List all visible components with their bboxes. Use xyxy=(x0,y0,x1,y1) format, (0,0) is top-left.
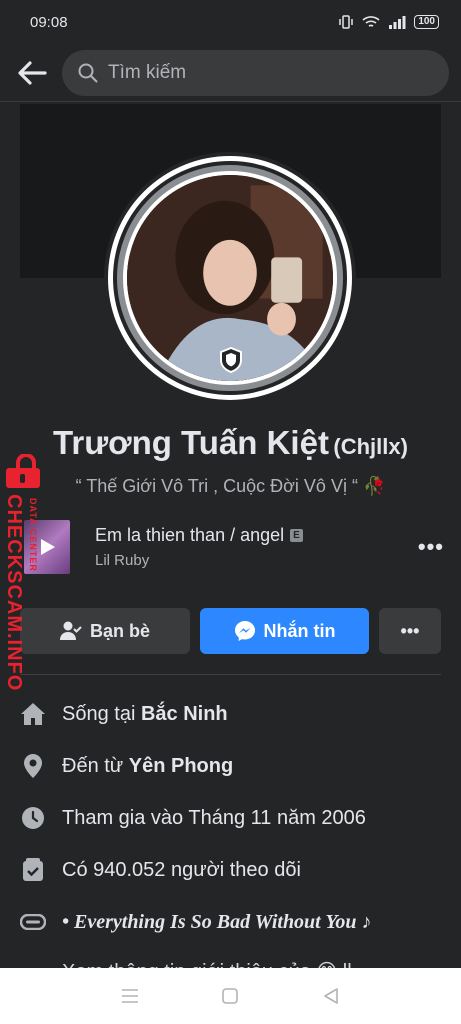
song-info: Em la thien than / angel E Lil Ruby xyxy=(95,525,418,569)
signal-icon xyxy=(389,16,406,29)
from-prefix: Đến từ xyxy=(62,754,124,777)
messenger-icon xyxy=(234,621,255,641)
lock-icon xyxy=(6,454,40,488)
explicit-badge: E xyxy=(290,529,303,542)
badge-icon xyxy=(20,909,46,935)
clock-icon xyxy=(20,805,46,831)
detail-from: Đến từ Yên Phong xyxy=(20,740,441,792)
search-input[interactable] xyxy=(108,61,433,84)
status-bar: 09:08 100 xyxy=(0,0,461,44)
message-button[interactable]: Nhắn tin xyxy=(200,608,369,654)
back-button[interactable] xyxy=(16,57,48,89)
profile-guard-shield-icon xyxy=(220,346,242,374)
back-arrow-icon xyxy=(18,60,47,85)
song-title: Em la thien than / angel xyxy=(95,525,285,545)
message-button-label: Nhắn tin xyxy=(263,620,336,641)
joined-text: Tham gia vào Tháng 11 năm 2006 xyxy=(62,806,366,829)
profile-alternate-name: (Chjllx) xyxy=(333,434,408,459)
system-navigation-bar xyxy=(0,968,461,1024)
watermark-sub-text: DATA CENTER xyxy=(28,498,38,572)
profile-name: Trương Tuấn Kiệt xyxy=(53,424,329,461)
status-time: 09:08 xyxy=(30,13,68,31)
profile-bio: “ Thế Giới Vô Tri , Cuộc Đời Vô Vị “ 🥀 xyxy=(0,476,461,497)
search-bar[interactable] xyxy=(62,49,449,96)
lives-prefix: Sống tại xyxy=(62,702,136,725)
wifi-icon xyxy=(362,16,380,27)
lives-place[interactable]: Bắc Ninh xyxy=(141,703,228,726)
status-icons: 100 xyxy=(338,15,439,29)
location-pin-icon xyxy=(20,753,46,779)
checkscam-watermark: CHECKSCAM.INFO DATA CENTER xyxy=(0,450,52,691)
top-navigation xyxy=(0,44,461,102)
battery-indicator: 100 xyxy=(414,15,439,29)
watermark-main-text: CHECKSCAM.INFO xyxy=(3,494,25,692)
song-more-button[interactable]: ••• xyxy=(418,534,444,560)
detail-followers[interactable]: Có 940.052 người theo dõi xyxy=(20,844,441,896)
profile-details: Sống tại Bắc Ninh Đến từ Yên Phong Tham … xyxy=(20,688,441,984)
followers-text: Có 940.052 người theo dõi xyxy=(62,858,301,881)
bio-emoji: 🥀 xyxy=(362,476,386,496)
vibrate-icon xyxy=(339,15,354,29)
menu-icon[interactable] xyxy=(121,988,139,1004)
home-icon xyxy=(20,701,46,727)
back-nav-icon[interactable] xyxy=(322,987,340,1005)
friends-button-label: Bạn bè xyxy=(89,620,150,641)
more-options-label: ••• xyxy=(400,620,420,641)
profile-actions: Bạn bè Nhắn tin ••• xyxy=(20,608,441,654)
home-nav-icon[interactable] xyxy=(221,987,239,1005)
section-divider xyxy=(20,674,441,675)
detail-quote: • Everything Is So Bad Without You ♪ xyxy=(20,896,441,948)
more-options-button[interactable]: ••• xyxy=(379,608,441,654)
search-icon xyxy=(78,63,98,82)
from-place[interactable]: Yên Phong xyxy=(129,755,233,778)
quote-text: • Everything Is So Bad Without You ♪ xyxy=(62,910,372,933)
profile-name-row: Trương Tuấn Kiệt (Chjllx) xyxy=(0,424,461,462)
bio-text: “ Thế Giới Vô Tri , Cuộc Đời Vô Vị “ xyxy=(75,476,358,496)
followers-icon xyxy=(20,857,46,883)
friend-check-icon xyxy=(59,621,82,640)
profile-music[interactable]: Em la thien than / angel E Lil Ruby ••• xyxy=(24,518,444,576)
detail-lives-in: Sống tại Bắc Ninh xyxy=(20,688,441,740)
song-artist: Lil Ruby xyxy=(95,552,150,569)
detail-joined: Tham gia vào Tháng 11 năm 2006 xyxy=(20,792,441,844)
song-title-row: Em la thien than / angel E xyxy=(95,525,418,546)
